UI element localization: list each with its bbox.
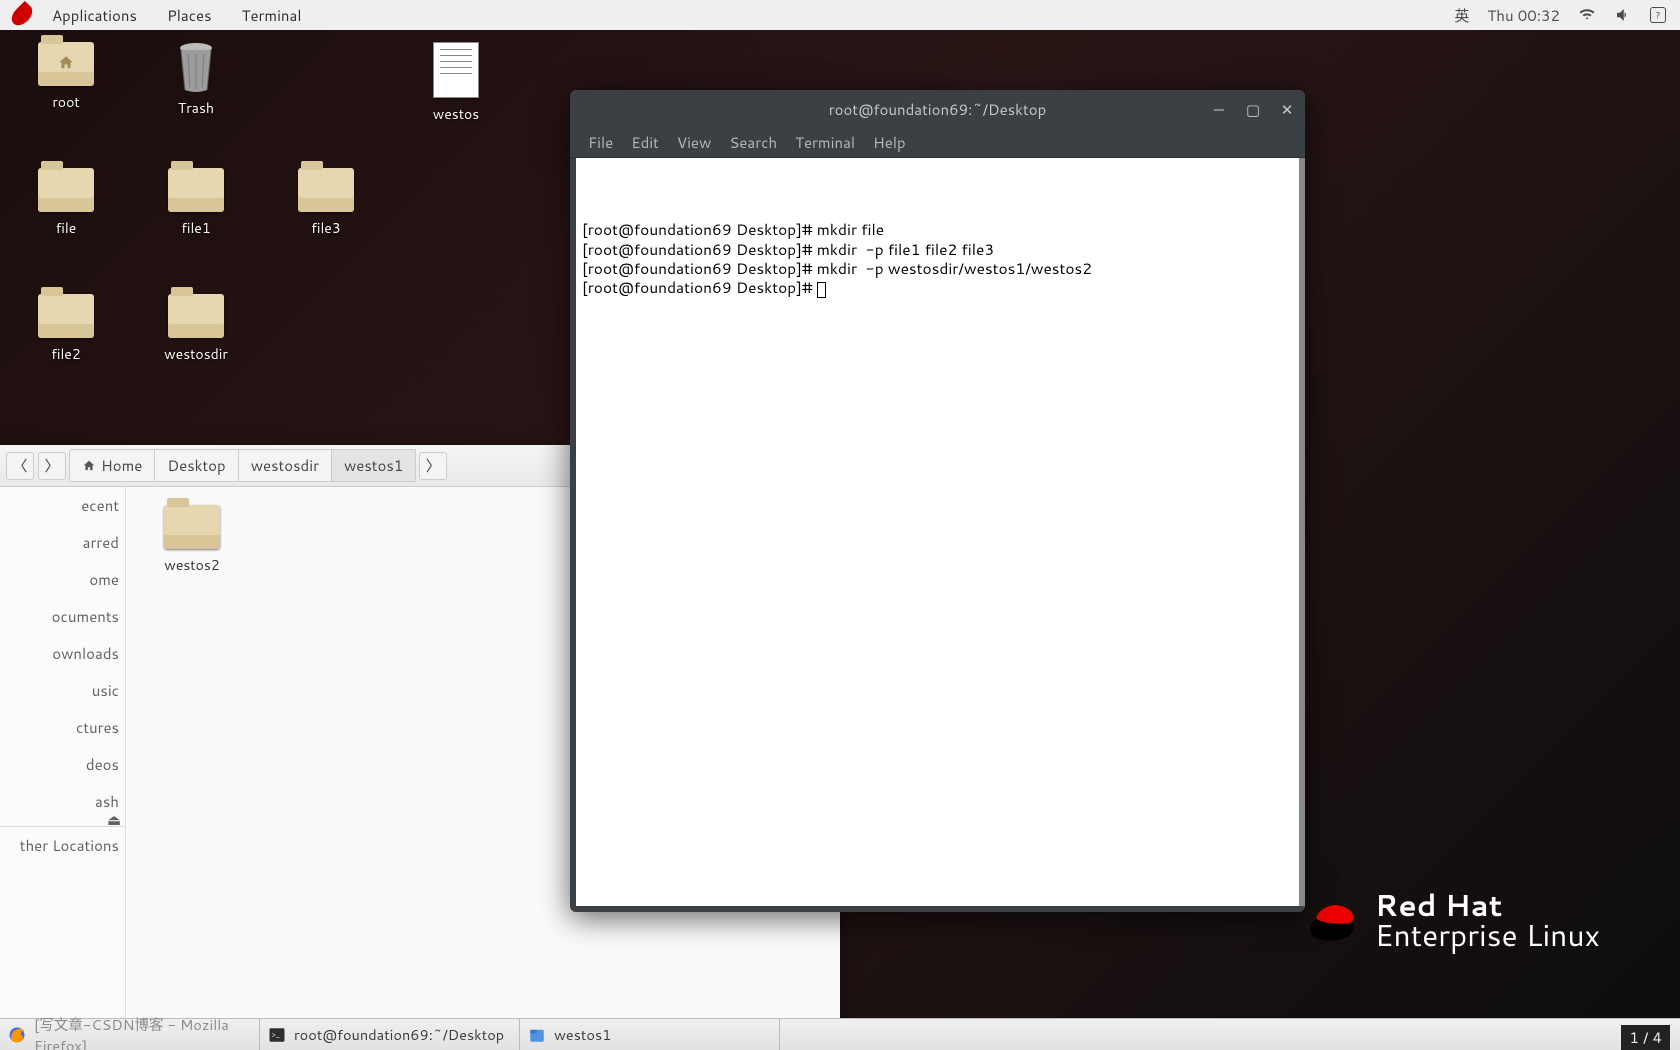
path-segment-westosdir[interactable]: westosdir <box>238 449 332 482</box>
icon-label: westosdir <box>148 344 244 364</box>
terminal-menu-terminal[interactable]: Terminal <box>787 132 863 153</box>
terminal-body[interactable]: [root@foundation69 Desktop]# mkdir file[… <box>576 158 1299 906</box>
menu-applications[interactable]: Applications <box>40 5 149 26</box>
icon-label: Trash <box>148 98 244 118</box>
terminal-cursor <box>817 282 826 298</box>
terminal-scrollbar[interactable] <box>1299 158 1305 906</box>
path-more-button[interactable]: 〉 <box>419 452 447 480</box>
sidebar-item-deos[interactable]: deos <box>0 746 125 783</box>
terminal-title: root@foundation69:~/Desktop <box>829 99 1046 120</box>
brand-line2: Enterprise Linux <box>1375 920 1600 950</box>
terminal-line: [root@foundation69 Desktop]# <box>582 278 1293 298</box>
trash-icon <box>173 42 219 94</box>
icon-label: file1 <box>148 218 244 238</box>
terminal-menu-file[interactable]: File <box>580 132 621 153</box>
menu-places[interactable]: Places <box>155 5 224 26</box>
sidebar-item-ownloads[interactable]: ownloads <box>0 635 125 672</box>
svg-text:>_: >_ <box>272 1030 280 1040</box>
eject-icon[interactable]: ⏏ <box>107 809 121 830</box>
window-maximize-button[interactable]: ▢ <box>1243 99 1263 119</box>
svg-text:?: ? <box>1656 10 1661 23</box>
desktop-icon-westosdir[interactable]: westosdir <box>148 294 244 364</box>
path-segment-home[interactable]: Home <box>69 449 155 482</box>
sidebar-item-ctures[interactable]: ctures <box>0 709 125 746</box>
nav-back-button[interactable]: 〈 <box>6 452 34 480</box>
clock[interactable]: Thu 00:32 <box>1487 5 1560 26</box>
menu-terminal[interactable]: Terminal <box>230 5 314 26</box>
files-icon <box>528 1026 546 1044</box>
window-close-button[interactable]: ✕ <box>1277 99 1297 119</box>
terminal-menu-help[interactable]: Help <box>865 132 914 153</box>
power-icon[interactable]: ? <box>1650 7 1666 23</box>
icon-label: westos <box>408 104 504 124</box>
desktop-icon-westos[interactable]: westos <box>408 42 504 124</box>
icon-label: file2 <box>18 344 114 364</box>
desktop-icon-file1[interactable]: file1 <box>148 168 244 238</box>
redhat-logo-icon <box>1303 897 1359 943</box>
path-segment-desktop[interactable]: Desktop <box>154 449 238 482</box>
sidebar-item-ome[interactable]: ome <box>0 561 125 598</box>
sidebar-item-arred[interactable]: arred <box>0 524 125 561</box>
network-icon[interactable] <box>1578 6 1596 24</box>
fm-item-westos2[interactable]: westos2 <box>144 505 240 575</box>
window-minimize-button[interactable]: — <box>1209 99 1229 119</box>
terminal-line: [root@foundation69 Desktop]# mkdir file <box>582 220 1293 239</box>
terminal-icon: >_ <box>268 1026 286 1044</box>
home-icon <box>82 459 96 473</box>
sidebar-item-ecent[interactable]: ecent <box>0 487 125 524</box>
path-segment-westos1[interactable]: westos1 <box>331 449 416 482</box>
page-counter-badge: 1 / 4 <box>1621 1025 1670 1050</box>
sidebar-item-ocuments[interactable]: ocuments <box>0 598 125 635</box>
desktop-icon-Trash[interactable]: Trash <box>148 42 244 118</box>
taskbar-entry[interactable]: [写文章-CSDN博客 - Mozilla Firefox] <box>0 1019 260 1050</box>
firefox-icon <box>8 1026 26 1044</box>
terminal-menu-edit[interactable]: Edit <box>623 132 667 153</box>
path-bar: HomeDesktopwestosdirwestos1 <box>70 449 416 482</box>
terminal-menu-search[interactable]: Search <box>721 132 785 153</box>
desktop-icon-file2[interactable]: file2 <box>18 294 114 364</box>
taskbar-entry[interactable]: westos1 <box>520 1019 780 1050</box>
nav-forward-button[interactable]: 〉 <box>38 452 66 480</box>
redhat-brand: Red Hat Enterprise Linux <box>1303 890 1600 950</box>
icon-label: file3 <box>278 218 374 238</box>
taskbar-label: westos1 <box>554 1024 611 1045</box>
icon-label: root <box>18 92 114 112</box>
terminal-window[interactable]: root@foundation69:~/Desktop — ▢ ✕ FileEd… <box>570 90 1305 912</box>
input-method-indicator[interactable]: 英 <box>1454 5 1469 26</box>
taskbar-label: root@foundation69:~/Desktop <box>294 1024 504 1045</box>
terminal-line: [root@foundation69 Desktop]# mkdir -p fi… <box>582 240 1293 259</box>
desktop-icon-file[interactable]: file <box>18 168 114 238</box>
taskbar: [写文章-CSDN博客 - Mozilla Firefox] >_ root@fou… <box>0 1018 1680 1050</box>
sidebar-item-usic[interactable]: usic <box>0 672 125 709</box>
activities-icon[interactable] <box>8 1 36 29</box>
sidebar-item-therlocations[interactable]: ther Locations⏏ <box>0 826 125 864</box>
taskbar-label: [写文章-CSDN博客 - Mozilla Firefox] <box>34 1014 251 1050</box>
taskbar-entry[interactable]: >_ root@foundation69:~/Desktop <box>260 1019 520 1050</box>
volume-icon[interactable] <box>1614 6 1632 24</box>
terminal-titlebar[interactable]: root@foundation69:~/Desktop — ▢ ✕ <box>570 90 1305 128</box>
gnome-top-panel: Applications Places Terminal 英 Thu 00:32… <box>0 0 1680 30</box>
file-manager-sidebar: ecentarredomeocumentsownloadsusiccturesd… <box>0 487 126 1025</box>
desktop-icon-root[interactable]: root <box>18 42 114 112</box>
terminal-menubar: FileEditViewSearchTerminalHelp <box>570 128 1305 158</box>
icon-label: file <box>18 218 114 238</box>
desktop-icon-file3[interactable]: file3 <box>278 168 374 238</box>
icon-label: westos2 <box>144 555 240 575</box>
terminal-menu-view[interactable]: View <box>669 132 720 153</box>
